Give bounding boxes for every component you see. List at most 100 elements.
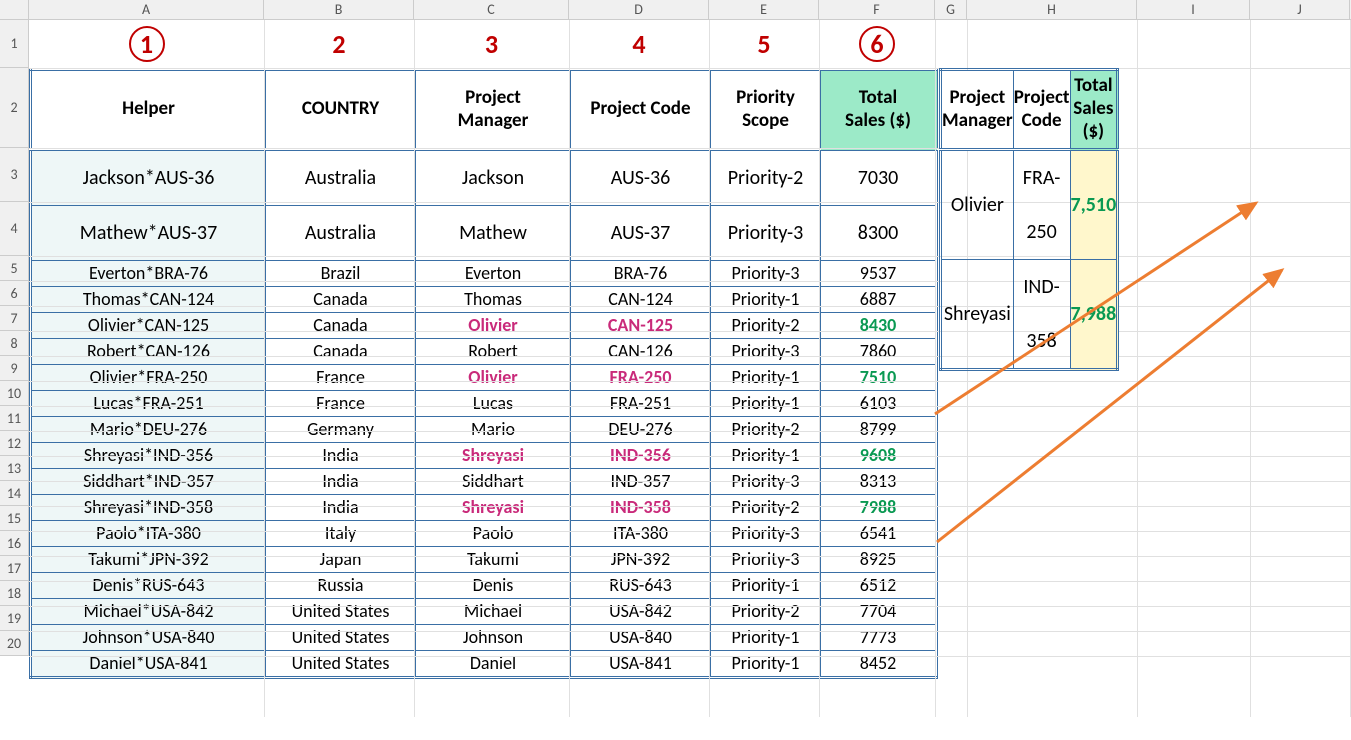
cell[interactable]: 6541 — [821, 521, 937, 547]
row-header-15[interactable]: 15 — [0, 506, 29, 531]
cell[interactable]: USA-842 — [571, 599, 711, 625]
cell[interactable]: 9537 — [821, 261, 937, 287]
cell[interactable]: Priority-3 — [711, 547, 821, 573]
row-header-14[interactable]: 14 — [0, 481, 29, 506]
column-header-cell[interactable]: ProjectCode — [1013, 70, 1070, 150]
cell[interactable]: Priority-1 — [711, 651, 821, 678]
cell[interactable]: France — [266, 365, 416, 391]
cell[interactable]: Paolo — [416, 521, 571, 547]
column-header-cell[interactable]: ProjectManager — [941, 70, 1014, 150]
cell[interactable]: United States — [266, 599, 416, 625]
cell[interactable]: Michael — [416, 599, 571, 625]
row-header-4[interactable]: 4 — [0, 202, 29, 256]
cell[interactable]: Mario*DEU-276 — [31, 417, 266, 443]
row-header-11[interactable]: 11 — [0, 406, 29, 431]
cell[interactable]: JPN-392 — [571, 547, 711, 573]
cell[interactable]: 7030 — [821, 150, 937, 206]
column-header-h[interactable]: H — [967, 0, 1137, 20]
cell[interactable]: Australia — [266, 206, 416, 261]
cell[interactable]: Priority-1 — [711, 287, 821, 313]
cell[interactable]: Priority-1 — [711, 573, 821, 599]
column-header-cell[interactable]: Project Code — [571, 70, 711, 150]
cell[interactable]: Denis*RUS-643 — [31, 573, 266, 599]
row-header-6[interactable]: 6 — [0, 281, 29, 306]
column-header-f[interactable]: F — [819, 0, 935, 20]
row-header-9[interactable]: 9 — [0, 356, 29, 381]
cell[interactable]: Everton — [416, 261, 571, 287]
column-header-c[interactable]: C — [414, 0, 569, 20]
cell[interactable]: Australia — [266, 150, 416, 206]
cell[interactable]: 7,510 — [1070, 150, 1118, 260]
cell[interactable]: Everton*BRA-76 — [31, 261, 266, 287]
cell[interactable]: Russia — [266, 573, 416, 599]
cell[interactable]: Lucas — [416, 391, 571, 417]
cell[interactable]: CAN-126 — [571, 339, 711, 365]
row-header-17[interactable]: 17 — [0, 556, 29, 581]
cell[interactable]: Priority-1 — [711, 625, 821, 651]
cell[interactable]: 7988 — [821, 495, 937, 521]
column-header-cell[interactable]: TotalSales ($) — [1070, 70, 1118, 150]
cell[interactable]: CAN-125 — [571, 313, 711, 339]
row-header-19[interactable]: 19 — [0, 606, 29, 631]
cell[interactable]: Olivier — [941, 150, 1014, 260]
cell[interactable]: Denis — [416, 573, 571, 599]
cell[interactable]: Olivier*CAN-125 — [31, 313, 266, 339]
row-header-18[interactable]: 18 — [0, 581, 29, 606]
cell[interactable]: BRA-76 — [571, 261, 711, 287]
cell[interactable]: Priority-2 — [711, 417, 821, 443]
row-header-7[interactable]: 7 — [0, 306, 29, 331]
cell[interactable]: RUS-643 — [571, 573, 711, 599]
cell[interactable]: Priority-2 — [711, 150, 821, 206]
cell[interactable]: Italy — [266, 521, 416, 547]
cell[interactable]: Canada — [266, 313, 416, 339]
row-header-13[interactable]: 13 — [0, 456, 29, 481]
column-header-g[interactable]: G — [935, 0, 967, 20]
cell[interactable]: Robert*CAN-126 — [31, 339, 266, 365]
cell[interactable]: Priority-3 — [711, 261, 821, 287]
row-header-3[interactable]: 3 — [0, 148, 29, 202]
cell[interactable]: 6887 — [821, 287, 937, 313]
cell[interactable]: Mathew — [416, 206, 571, 261]
cell[interactable]: United States — [266, 625, 416, 651]
cell[interactable]: 7860 — [821, 339, 937, 365]
grid-corner[interactable] — [0, 0, 29, 20]
cell[interactable]: 7773 — [821, 625, 937, 651]
row-header-16[interactable]: 16 — [0, 531, 29, 556]
cell[interactable]: IND-358 — [1013, 260, 1070, 370]
column-header-cell[interactable]: COUNTRY — [266, 70, 416, 150]
cell[interactable]: FRA-250 — [571, 365, 711, 391]
cell[interactable]: Shreyasi — [416, 495, 571, 521]
row-header-20[interactable]: 20 — [0, 631, 29, 656]
cell[interactable]: Thomas — [416, 287, 571, 313]
cell[interactable]: Priority-2 — [711, 313, 821, 339]
cell[interactable]: 6103 — [821, 391, 937, 417]
cell[interactable]: Priority-1 — [711, 365, 821, 391]
cell[interactable]: Priority-3 — [711, 206, 821, 261]
column-header-b[interactable]: B — [264, 0, 414, 20]
cell[interactable]: Olivier — [416, 313, 571, 339]
cell[interactable]: 7704 — [821, 599, 937, 625]
cell[interactable]: Canada — [266, 339, 416, 365]
cell[interactable]: Jackson — [416, 150, 571, 206]
cell[interactable]: AUS-37 — [571, 206, 711, 261]
cell[interactable]: Brazil — [266, 261, 416, 287]
cell[interactable]: 8925 — [821, 547, 937, 573]
cell[interactable]: Michael*USA-842 — [31, 599, 266, 625]
cell[interactable]: United States — [266, 651, 416, 678]
column-header-cell[interactable]: PriorityScope — [711, 70, 821, 150]
cell[interactable]: Daniel — [416, 651, 571, 678]
cell[interactable]: Lucas*FRA-251 — [31, 391, 266, 417]
row-header-1[interactable]: 1 — [0, 20, 29, 68]
column-header-a[interactable]: A — [29, 0, 264, 20]
row-header-10[interactable]: 10 — [0, 381, 29, 406]
column-header-i[interactable]: I — [1137, 0, 1250, 20]
cell[interactable]: Daniel*USA-841 — [31, 651, 266, 678]
cell[interactable]: Johnson — [416, 625, 571, 651]
cell[interactable]: Thomas*CAN-124 — [31, 287, 266, 313]
cell[interactable]: CAN-124 — [571, 287, 711, 313]
column-header-cell[interactable]: TotalSales ($) — [821, 70, 937, 150]
cell[interactable]: Takumi — [416, 547, 571, 573]
column-header-e[interactable]: E — [709, 0, 819, 20]
column-header-cell[interactable]: Helper — [31, 70, 266, 150]
cell[interactable]: FRA-250 — [1013, 150, 1070, 260]
